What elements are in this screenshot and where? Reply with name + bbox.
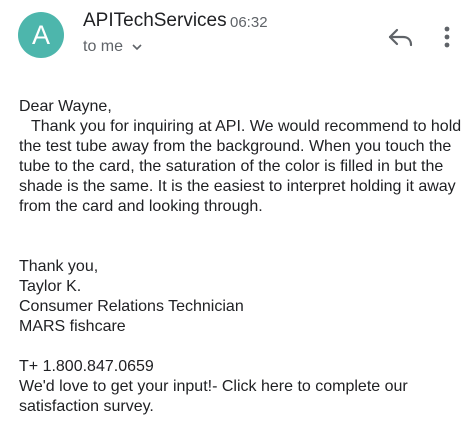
signature-title: Consumer Relations Technician bbox=[19, 298, 244, 315]
signature-company: MARS fishcare bbox=[19, 318, 126, 335]
greeting: Dear Wayne, bbox=[19, 98, 112, 115]
more-vert-icon[interactable] bbox=[437, 22, 457, 52]
signature-name: Taylor K. bbox=[19, 278, 82, 295]
signature-closing: Thank you, bbox=[19, 258, 99, 275]
message-body: Dear Wayne, Thank you for inquiring at A… bbox=[19, 97, 467, 417]
recipient-details-toggle[interactable]: to me bbox=[83, 38, 143, 56]
sender-avatar[interactable]: A bbox=[18, 12, 64, 58]
reply-icon[interactable] bbox=[386, 22, 416, 52]
message-paragraph: Thank you for inquiring at API. We would… bbox=[19, 118, 462, 215]
phone-number[interactable]: T+ 1.800.847.0659 bbox=[19, 357, 467, 377]
message-time: 06:32 bbox=[230, 14, 268, 31]
chevron-down-icon bbox=[132, 44, 142, 51]
recipient-label: to me bbox=[83, 38, 124, 55]
sender-name: APITechServices bbox=[83, 10, 227, 31]
survey-link[interactable]: We'd love to get your input!- Click here… bbox=[19, 377, 467, 417]
email-header: A APITechServices 06:32 to me bbox=[0, 0, 474, 70]
